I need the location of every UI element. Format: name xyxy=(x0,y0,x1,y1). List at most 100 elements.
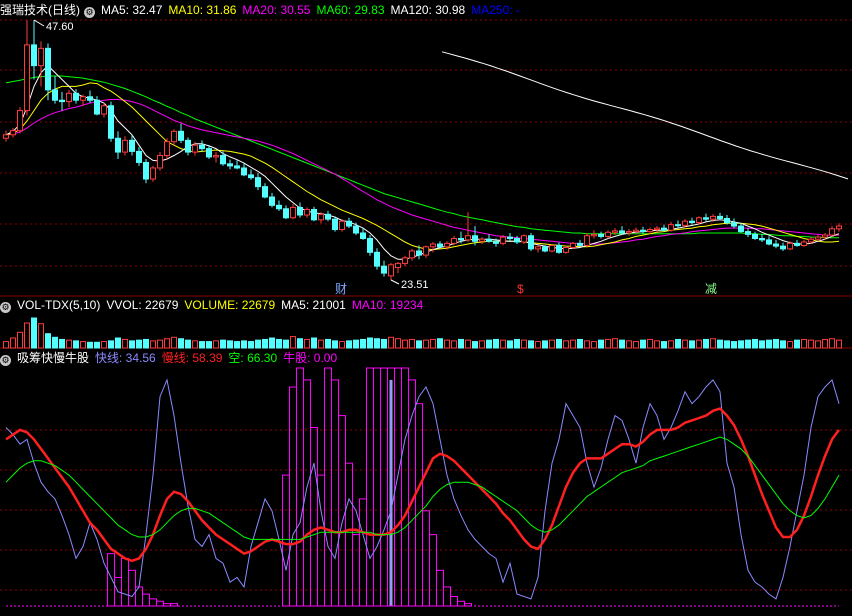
price-header: 强瑞技术(日线) ⚙ MA5: 32.47 MA10: 31.86 MA20: 30.5… xyxy=(0,2,526,18)
volume-bar xyxy=(710,338,716,349)
candle-body xyxy=(346,220,352,227)
volume-bar xyxy=(668,340,674,349)
volume-bar xyxy=(584,340,590,349)
candle-body xyxy=(171,130,177,143)
volume-bar xyxy=(829,338,835,349)
volume-bar xyxy=(192,340,198,349)
volume-bar xyxy=(227,340,233,349)
volume-bar xyxy=(472,341,478,349)
candle-body xyxy=(206,148,212,158)
candle-body xyxy=(129,139,135,152)
volume-bar xyxy=(780,340,786,349)
volume-bar xyxy=(423,339,429,349)
volume-bar xyxy=(577,338,583,349)
candle-body xyxy=(52,89,58,101)
settings-icon[interactable]: ⚙ xyxy=(0,302,11,313)
candle-body xyxy=(598,233,604,237)
event-marker-dividend[interactable]: $ xyxy=(517,282,524,296)
candle-body xyxy=(500,236,506,244)
candle-body xyxy=(388,264,394,277)
candle-body xyxy=(381,265,387,274)
candle-body xyxy=(276,204,282,210)
candle-body xyxy=(731,222,737,227)
ma10-legend: MA10: 31.86 xyxy=(168,3,237,17)
volume-bar xyxy=(794,339,800,349)
volume-bar xyxy=(59,338,65,349)
volume-bar xyxy=(360,338,366,349)
candle-body xyxy=(486,238,492,242)
volume-bar xyxy=(255,339,261,349)
candle-body xyxy=(297,206,303,216)
candle-body xyxy=(122,139,128,153)
candle-body xyxy=(423,246,429,256)
volume-bar xyxy=(626,340,632,349)
candle-body xyxy=(262,186,268,198)
volume-bar xyxy=(52,336,58,349)
ma250-legend: MA250: - xyxy=(471,3,520,17)
candle-body xyxy=(465,235,471,241)
settings-icon[interactable]: ⚙ xyxy=(84,7,95,18)
stock-title[interactable]: 强瑞技术(日线) xyxy=(0,3,80,17)
volume-bar xyxy=(458,338,464,349)
candle-body xyxy=(220,155,226,165)
candle-body xyxy=(766,239,772,245)
volume-bar xyxy=(143,338,149,349)
volume-bar xyxy=(773,338,779,349)
candle-body xyxy=(815,236,821,240)
volume-bar xyxy=(465,339,471,349)
volume-bar xyxy=(199,341,205,349)
candle-body xyxy=(213,155,219,158)
volume-bar xyxy=(283,339,289,349)
settings-icon[interactable]: ⚙ xyxy=(0,355,11,366)
volume-bar xyxy=(787,341,793,349)
candle-body xyxy=(668,224,674,231)
candle-body xyxy=(654,227,660,231)
candle-body xyxy=(752,233,758,240)
volume-bar xyxy=(402,339,408,349)
candle-body xyxy=(822,234,828,238)
ma60-legend: MA60: 29.83 xyxy=(316,3,385,17)
candle-body xyxy=(136,150,142,163)
volume-bar xyxy=(325,338,331,349)
candle-body xyxy=(780,245,786,250)
volume-bar xyxy=(479,340,485,349)
event-marker-finance[interactable]: 财 xyxy=(335,282,347,296)
volume-bar xyxy=(164,338,170,349)
candle-body xyxy=(430,243,436,248)
candle-body xyxy=(507,236,513,240)
vol-ma5-legend: MA5: 21001 xyxy=(281,298,346,312)
volume-bar xyxy=(493,338,499,349)
candle-body xyxy=(661,227,667,231)
volume-bar xyxy=(353,339,359,349)
candle-body xyxy=(745,231,751,235)
volume-bar xyxy=(108,340,114,349)
volume-bar xyxy=(612,338,618,349)
volume-bar xyxy=(717,339,723,349)
candle-body xyxy=(31,44,37,67)
event-marker-reduce[interactable]: 减 xyxy=(705,282,717,296)
candle-body xyxy=(339,220,345,231)
volume-bar xyxy=(556,338,562,349)
candle-body xyxy=(738,225,744,233)
volume-bar xyxy=(311,337,317,349)
volume-bar xyxy=(766,339,772,349)
candle-body xyxy=(416,250,422,256)
volume-bar xyxy=(304,338,310,349)
volume-bar xyxy=(10,337,16,349)
candle-body xyxy=(150,167,156,180)
candle-body xyxy=(619,230,625,234)
ma5-legend: MA5: 32.47 xyxy=(101,3,163,17)
candle-body xyxy=(458,238,464,241)
ma20-legend: MA20: 30.55 xyxy=(242,3,311,17)
volume-bar xyxy=(185,339,191,349)
volume-bar xyxy=(682,339,688,349)
volume-title[interactable]: VOL-TDX(5,10) xyxy=(17,298,100,312)
indicator-title[interactable]: 吸筹快慢牛股 xyxy=(17,351,89,365)
volume-bar xyxy=(367,337,373,349)
volume-bar xyxy=(276,338,282,349)
volume-bar xyxy=(24,322,30,349)
candle-body xyxy=(710,215,716,220)
volume-bar xyxy=(570,339,576,349)
volume-bar xyxy=(542,340,548,349)
volume-bar xyxy=(241,340,247,349)
